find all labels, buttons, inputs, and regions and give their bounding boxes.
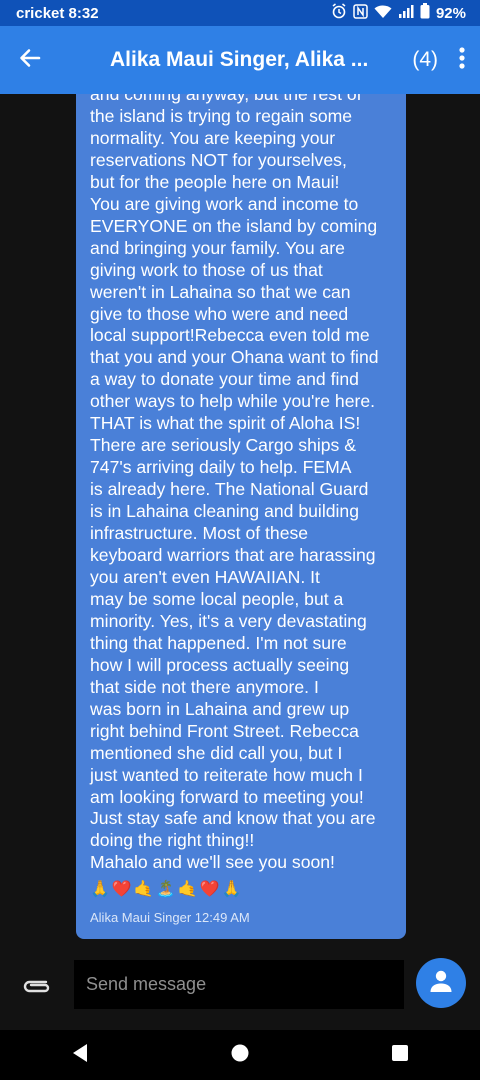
participant-count[interactable]: (4) (412, 48, 438, 72)
heart-emoji: ❤️ (199, 881, 220, 899)
more-vertical-icon (459, 46, 465, 74)
pray-emoji: 🙏 (221, 881, 242, 899)
person-icon (428, 968, 454, 999)
heart-emoji: ❤️ (111, 881, 132, 899)
sender-name: Alika Maui Singer (90, 910, 192, 926)
nfc-icon (353, 3, 368, 23)
back-triangle-icon (71, 1043, 89, 1068)
paperclip-icon (20, 980, 54, 1002)
status-bar: cricket 8:32 92% (0, 0, 480, 26)
wifi-icon (374, 4, 392, 23)
account-avatar-button[interactable] (416, 958, 466, 1008)
message-timestamp: 12:49 AM (194, 910, 250, 926)
message-meta: Alika Maui Singer 12:49 AM (90, 902, 392, 939)
message-bubble[interactable]: and coming anyway, but the rest of the i… (76, 94, 406, 940)
shaka-emoji: 🤙 (133, 881, 154, 899)
conversation-title[interactable]: Alika Maui Singer, Alika ... (60, 48, 398, 72)
app-bar: Alika Maui Singer, Alika ... (4) (0, 26, 480, 94)
arrow-left-icon (19, 47, 41, 74)
back-button[interactable] (0, 26, 60, 94)
more-options-button[interactable] (444, 26, 480, 94)
alarm-icon (331, 3, 347, 23)
recents-square-icon (391, 1044, 409, 1067)
pray-emoji: 🙏 (90, 881, 110, 899)
battery-icon (420, 3, 430, 23)
carrier-name: cricket (16, 4, 65, 22)
home-circle-icon (230, 1043, 250, 1068)
system-nav-bar (0, 1030, 480, 1080)
status-left: cricket 8:32 (16, 5, 99, 22)
message-input[interactable] (74, 960, 404, 1009)
island-emoji: 🏝️ (155, 881, 176, 899)
emoji-row: 🙏 ❤️ 🤙 🏝️ 🤙 ❤️ 🙏 (90, 876, 392, 902)
signal-icon (398, 4, 414, 23)
battery-percent: 92% (435, 4, 466, 22)
message-thread[interactable]: and coming anyway, but the rest of the i… (0, 94, 480, 946)
message-text: and coming anyway, but the rest of the i… (90, 94, 379, 873)
status-icons: 92% (331, 3, 466, 23)
shaka-emoji: 🤙 (177, 881, 198, 899)
attach-button[interactable] (20, 974, 54, 998)
clock-time: 8:32 (68, 4, 99, 22)
nav-home-button[interactable] (210, 1030, 270, 1080)
nav-back-button[interactable] (50, 1030, 110, 1080)
nav-recents-button[interactable] (370, 1030, 430, 1080)
